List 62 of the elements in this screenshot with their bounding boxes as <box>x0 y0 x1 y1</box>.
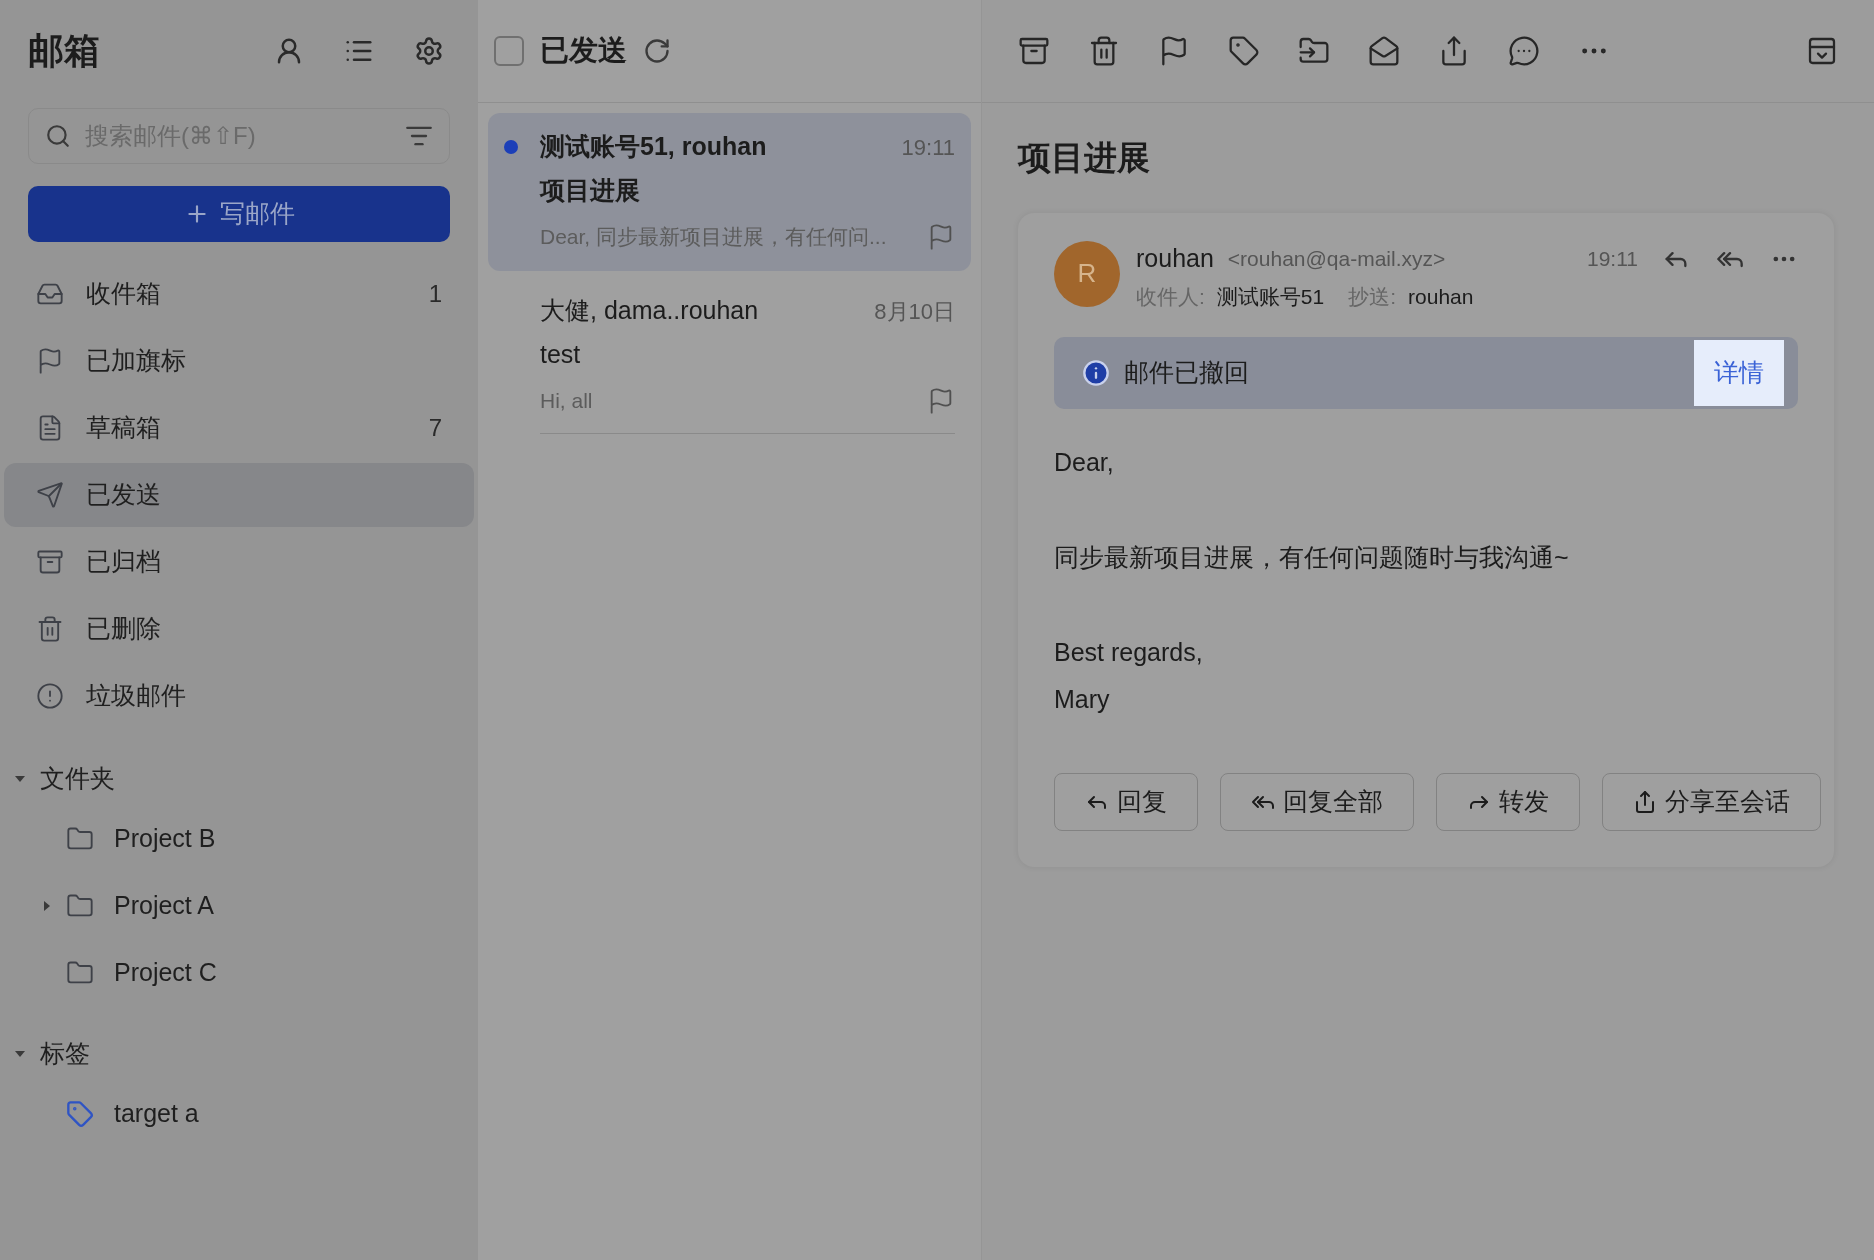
folder-item[interactable]: 收件箱 1 <box>4 262 474 326</box>
folder-item[interactable]: 垃圾邮件 <box>4 664 474 728</box>
share-icon <box>1633 789 1657 814</box>
tag-icon[interactable] <box>1228 35 1260 67</box>
mail-preview: Dear, 同步最新项目进展，有任何问... <box>540 224 888 251</box>
folder-item[interactable]: Project C <box>14 939 464 1006</box>
folder-item[interactable]: Project A <box>14 872 464 939</box>
mail-item[interactable]: 测试账号51, rouhan 19:11 项目进展 Dear, 同步最新项目进展，有任何问... <box>488 113 971 271</box>
trash-icon <box>36 615 64 643</box>
tag-item[interactable]: target a <box>14 1080 464 1147</box>
section-header[interactable]: 文件夹 <box>14 753 464 805</box>
archive-icon <box>36 548 64 576</box>
details-button[interactable]: 详情 <box>1694 339 1784 406</box>
mail-subject: test <box>540 339 581 371</box>
spam-icon <box>36 682 64 710</box>
folder-item[interactable]: Project B <box>14 805 464 872</box>
comment-icon[interactable] <box>1508 35 1540 67</box>
search-icon <box>45 123 71 149</box>
unread-count: 1 <box>428 279 442 309</box>
settings-icon[interactable] <box>414 36 444 66</box>
unread-count: 7 <box>428 413 442 443</box>
mail-time: 19:11 <box>901 133 955 162</box>
folder-item[interactable]: 已发送 <box>4 463 474 527</box>
mail-preview: Hi, all <box>540 388 594 415</box>
mail-time: 8月10日 <box>874 297 955 326</box>
folder-item[interactable]: 草稿箱 7 <box>4 396 474 460</box>
cc-label: 抄送: <box>1348 283 1397 310</box>
folder-item[interactable]: 已加旗标 <box>4 329 474 393</box>
body-text: Best regards, <box>1054 636 1204 668</box>
section-header[interactable]: 标签 <box>14 1028 464 1080</box>
info-icon <box>1082 358 1110 387</box>
folder-item[interactable]: 已归档 <box>4 530 474 594</box>
list-title: 已发送 <box>540 33 627 69</box>
body-text: Mary <box>1054 683 1111 715</box>
folder-item[interactable]: 已删除 <box>4 597 474 661</box>
body-text: 同步最新项目进展，有任何问题随时与我沟通~ <box>1054 541 1570 573</box>
sent-icon <box>36 481 64 509</box>
mail-subject: 项目进展 <box>540 175 640 207</box>
mail-item[interactable]: 大健, dama..rouhan 8月10日 test Hi, all <box>488 277 971 446</box>
sender-name: rouhan <box>1136 242 1214 274</box>
compose-button[interactable]: 写邮件 <box>28 186 450 242</box>
select-all-checkbox[interactable] <box>494 36 524 66</box>
sidebar-title: 邮箱 <box>28 29 101 73</box>
forward-button[interactable]: 转发 <box>1436 772 1580 831</box>
notice-text: 邮件已撤回 <box>1124 356 1250 388</box>
to-label: 收件人: <box>1136 283 1205 310</box>
mail-subject-heading: 项目进展 <box>1018 138 1151 178</box>
trash-icon[interactable] <box>1088 35 1120 67</box>
refresh-icon[interactable] <box>643 37 671 65</box>
mail-open-icon[interactable] <box>1368 35 1400 67</box>
archive-icon[interactable] <box>1018 35 1050 67</box>
avatar: R <box>1054 240 1120 307</box>
sender-email: <rouhan@qa-mail.xyz> <box>1227 245 1447 272</box>
recipient: 测试账号51 <box>1216 283 1325 310</box>
message-time: 19:11 <box>1587 245 1638 272</box>
reply-button[interactable]: 回复 <box>1054 772 1198 831</box>
reply-all-button[interactable]: 回复全部 <box>1220 772 1414 831</box>
mail-sender: 测试账号51, rouhan <box>540 131 768 163</box>
body-text: Dear, <box>1054 446 1115 478</box>
cc-recipient: rouhan <box>1408 283 1474 310</box>
mail-sender: 大健, dama..rouhan <box>540 295 760 327</box>
share-button[interactable]: 分享至会话 <box>1602 772 1821 831</box>
